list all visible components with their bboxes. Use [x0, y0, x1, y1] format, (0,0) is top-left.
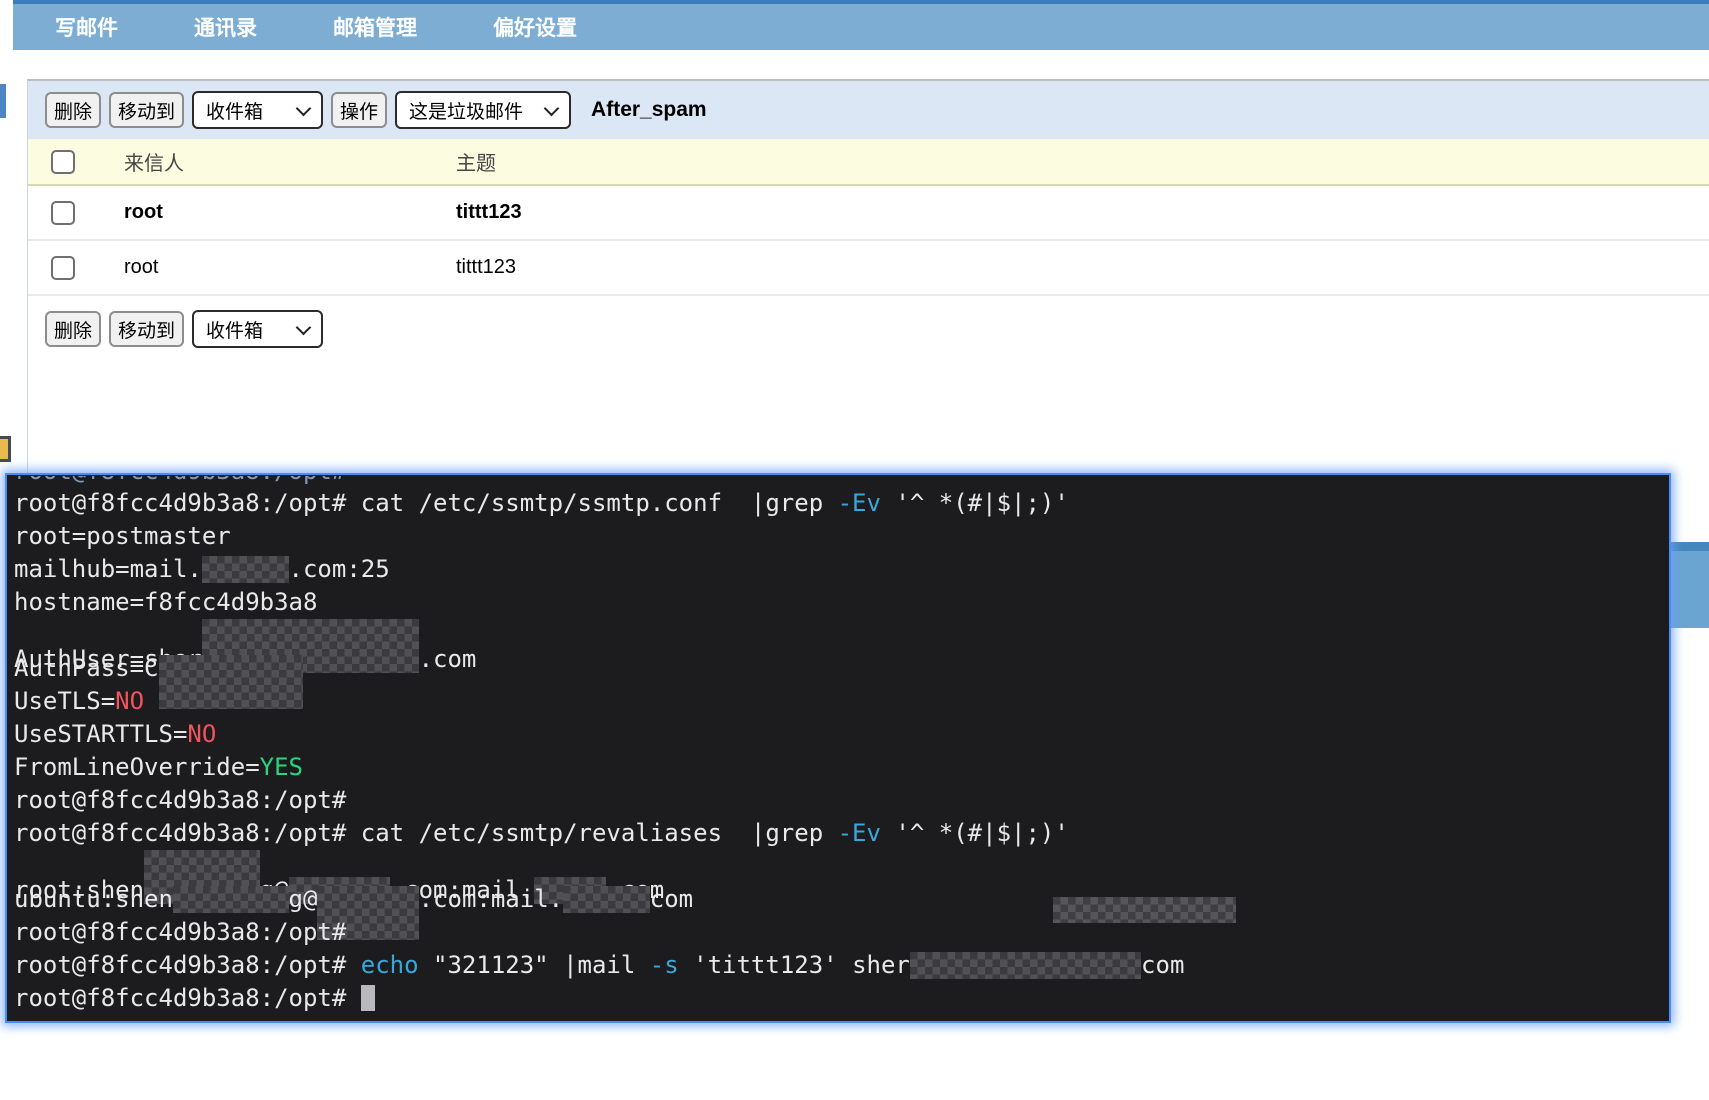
background-window-fragment [0, 436, 11, 462]
nav-item-contacts[interactable]: 通讯录 [194, 12, 257, 42]
nav-item-preferences[interactable]: 偏好设置 [493, 12, 577, 42]
header-subject: 主题 [456, 147, 1709, 176]
terminal-line: AuthUser=sher.com [14, 619, 1669, 652]
terminal-line: root@f8fcc4d9b3a8:/opt# [14, 784, 1669, 817]
chevron-down-icon [544, 100, 560, 116]
folder-select-value: 收件箱 [206, 97, 263, 124]
header-from: 来信人 [124, 147, 456, 176]
left-edge-blue-tab [0, 84, 6, 118]
terminal-line: AuthPass=C [14, 652, 1669, 685]
nav-item-compose[interactable]: 写邮件 [55, 12, 118, 42]
folder-select[interactable]: 收件箱 [192, 91, 323, 129]
nav-items: 写邮件 通讯录 邮箱管理 偏好设置 [55, 4, 577, 50]
redacted-text [202, 556, 289, 583]
spam-select-value: 这是垃圾邮件 [409, 97, 523, 124]
terminal-line: hostname=f8fcc4d9b3a8 [14, 586, 1669, 619]
terminal-line: root@f8fcc4d9b3a8:/opt# cat /etc/ssmtp/s… [14, 487, 1669, 520]
move-to-button[interactable]: 移动到 [109, 92, 184, 128]
row-checkbox[interactable] [51, 256, 75, 280]
terminal-cursor [361, 985, 375, 1011]
mail-toolbar-top: 删除 移动到 收件箱 操作 这是垃圾邮件 After_spam [28, 81, 1709, 139]
action-button[interactable]: 操作 [331, 92, 387, 128]
terminal-line: FromLineOverride=YES [14, 751, 1669, 784]
delete-button[interactable]: 删除 [45, 311, 101, 347]
redaction-fragment [1053, 897, 1236, 923]
mail-table-header: 来信人 主题 [28, 139, 1709, 186]
redacted-text [159, 655, 303, 709]
mail-toolbar-bottom: 删除 移动到 收件箱 [28, 310, 1709, 348]
chevron-down-icon [296, 100, 312, 116]
chevron-down-icon [296, 319, 312, 335]
mail-subject[interactable]: tittt123 [456, 256, 1709, 279]
row-checkbox[interactable] [51, 201, 75, 225]
terminal-line: root@f8fcc4d9b3a8:/opt# echo "321123" |m… [14, 949, 1669, 982]
mail-from[interactable]: root [124, 256, 456, 279]
top-navigation: 写邮件 通讯录 邮箱管理 偏好设置 [13, 0, 1709, 50]
terminal-output: root@f8fcc4d9b3a8:/opt#root@f8fcc4d9b3a8… [7, 475, 1669, 1015]
mail-subject[interactable]: tittt123 [456, 201, 1709, 224]
delete-button[interactable]: 删除 [45, 92, 101, 128]
current-folder-title: After_spam [591, 98, 707, 122]
terminal-window[interactable]: root@f8fcc4d9b3a8:/opt#root@f8fcc4d9b3a8… [5, 473, 1671, 1023]
redacted-text [910, 952, 1141, 979]
terminal-line: root@f8fcc4d9b3a8:/opt# [14, 476, 1669, 487]
terminal-line: UseSTARTTLS=NO [14, 718, 1669, 751]
spam-action-select[interactable]: 这是垃圾邮件 [395, 91, 571, 129]
mail-list-panel: 删除 移动到 收件箱 操作 这是垃圾邮件 After_spam 来信人 主题 r… [27, 79, 1709, 473]
select-all-checkbox[interactable] [51, 150, 75, 174]
folder-select[interactable]: 收件箱 [192, 310, 323, 348]
terminal-line: root@f8fcc4d9b3a8:/opt# cat /etc/ssmtp/r… [14, 817, 1669, 850]
terminal-line: ubuntu:sheng@.com:mail.com [14, 883, 1669, 916]
mail-row-unread[interactable]: root tittt123 [28, 186, 1709, 241]
mail-row-read[interactable]: root tittt123 [28, 241, 1709, 296]
move-to-button[interactable]: 移动到 [109, 311, 184, 347]
redacted-text [563, 886, 650, 913]
background-blue-panel-fragment [1669, 542, 1709, 628]
terminal-line: root@f8fcc4d9b3a8:/opt# [14, 982, 1669, 1015]
folder-select-value: 收件箱 [206, 316, 263, 343]
terminal-line: root:sheng@.com:mail..com [14, 850, 1669, 883]
redacted-text [173, 886, 289, 913]
terminal-line: root=postmaster [14, 520, 1669, 553]
terminal-line: root@f8fcc4d9b3a8:/opt# [14, 916, 1669, 949]
mail-from[interactable]: root [124, 201, 456, 224]
terminal-line: mailhub=mail..com:25 [14, 553, 1669, 586]
nav-item-mailboxes[interactable]: 邮箱管理 [333, 12, 417, 42]
